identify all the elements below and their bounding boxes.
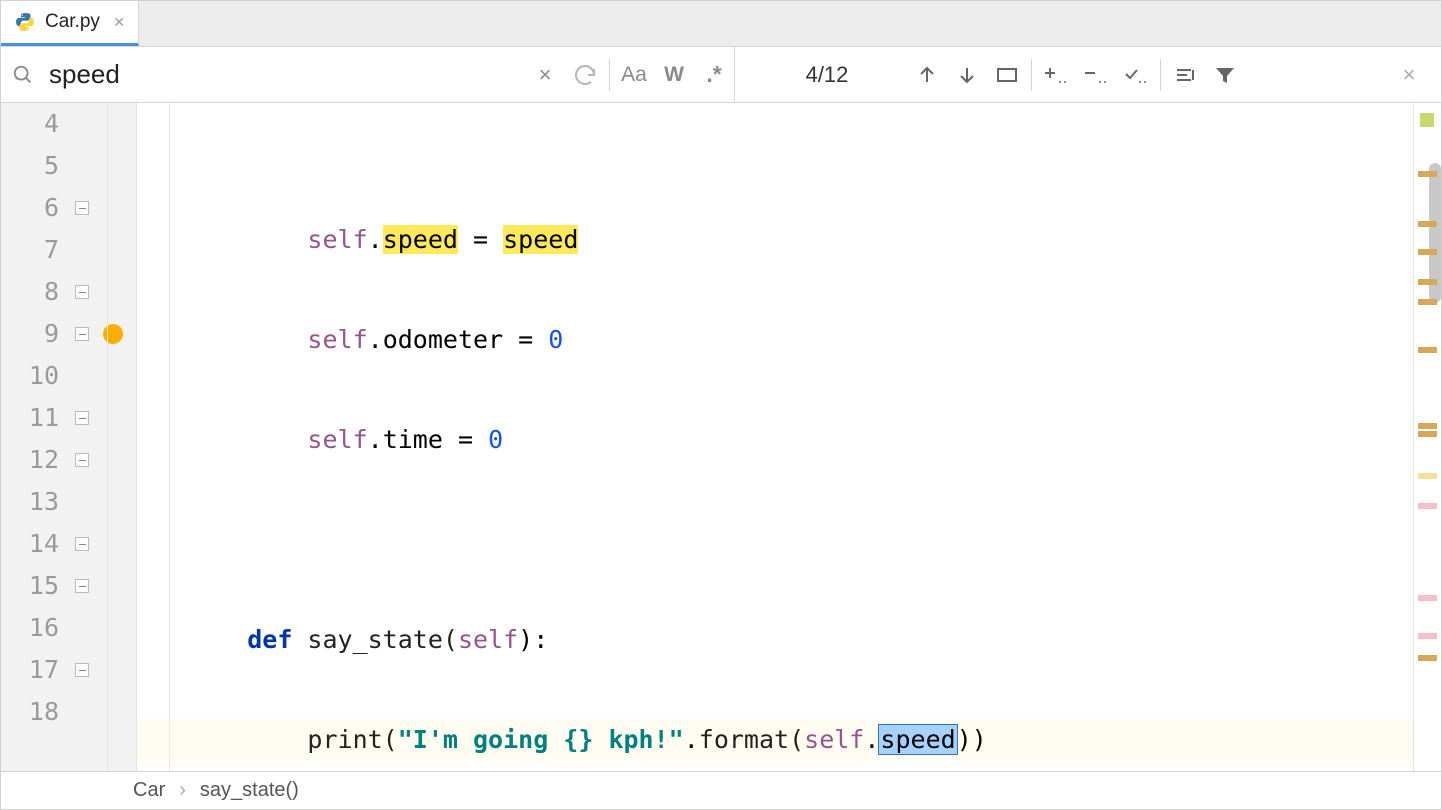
error-marker[interactable] — [1418, 595, 1437, 601]
line-number: 5 — [1, 145, 59, 187]
fold-icon[interactable] — [75, 579, 89, 593]
marker-strip[interactable] — [1413, 103, 1441, 771]
history-icon[interactable] — [565, 55, 605, 95]
breadcrumb-item[interactable]: Car — [133, 779, 165, 802]
filter-icon[interactable] — [1205, 55, 1245, 95]
find-bar: × Aa W .* 4/12 — [1, 47, 1441, 103]
error-marker[interactable] — [1418, 503, 1437, 509]
fold-icon[interactable] — [75, 537, 89, 551]
match-counter: 4/12 — [747, 62, 907, 88]
line-number: 12 — [1, 439, 59, 481]
search-marker[interactable] — [1418, 655, 1437, 661]
search-input[interactable] — [45, 59, 525, 90]
code-editor[interactable]: 4 5 6 7 8 9 10 11 12 13 14 15 16 17 18 s… — [1, 103, 1441, 771]
search-icon[interactable] — [1, 64, 45, 86]
line-number: 6 — [1, 187, 59, 229]
warning-marker[interactable] — [1418, 473, 1437, 479]
regex-toggle[interactable]: .* — [694, 55, 734, 95]
select-all-occurrences-icon[interactable] — [987, 55, 1027, 95]
code-line[interactable]: self.odometer = 0 — [187, 319, 1413, 361]
code-line-current[interactable]: print("I'm going {} kph!".format(self.sp… — [187, 719, 1413, 761]
match-case-toggle[interactable]: Aa — [614, 55, 654, 95]
whole-word-toggle[interactable]: W — [654, 55, 694, 95]
breadcrumb-item[interactable]: say_state() — [200, 779, 299, 802]
clear-search-icon[interactable]: × — [525, 55, 565, 95]
close-tab-icon[interactable]: × — [114, 12, 125, 33]
add-selection-icon[interactable] — [1036, 55, 1076, 95]
line-number: 16 — [1, 607, 59, 649]
search-marker[interactable] — [1418, 279, 1437, 285]
breadcrumb: Car › say_state() — [1, 771, 1441, 809]
tab-label: Car.py — [45, 11, 100, 33]
code-line[interactable]: self.time = 0 — [187, 419, 1413, 461]
python-file-icon — [13, 10, 37, 34]
search-marker[interactable] — [1418, 431, 1437, 437]
code-line[interactable]: self.speed = speed — [187, 219, 1413, 261]
line-number: 7 — [1, 229, 59, 271]
line-number: 17 — [1, 649, 59, 691]
status-marker — [1420, 113, 1434, 127]
tab-bar: Car.py × — [1, 1, 1441, 47]
remove-selection-icon[interactable] — [1076, 55, 1116, 95]
code-line[interactable]: def say_state(self): — [187, 619, 1413, 661]
search-marker[interactable] — [1418, 249, 1437, 255]
show-filter-options-icon[interactable] — [1165, 55, 1205, 95]
select-all-icon[interactable] — [1116, 55, 1156, 95]
fold-icon[interactable] — [75, 201, 89, 215]
line-number: 8 — [1, 271, 59, 313]
search-marker[interactable] — [1418, 221, 1437, 227]
tab-car-py[interactable]: Car.py × — [1, 1, 139, 46]
line-number: 9 — [1, 313, 59, 355]
prev-match-icon[interactable] — [907, 55, 947, 95]
code-area[interactable]: self.speed = speed self.odometer = 0 sel… — [107, 103, 1413, 771]
search-marker[interactable] — [1418, 171, 1437, 177]
line-number: 11 — [1, 397, 59, 439]
search-marker[interactable] — [1418, 423, 1437, 429]
line-number-gutter: 4 5 6 7 8 9 10 11 12 13 14 15 16 17 18 — [1, 103, 107, 771]
line-number: 13 — [1, 481, 59, 523]
search-marker[interactable] — [1418, 347, 1437, 353]
fold-icon[interactable] — [75, 327, 89, 341]
line-number: 14 — [1, 523, 59, 565]
next-match-icon[interactable] — [947, 55, 987, 95]
fold-icon[interactable] — [75, 453, 89, 467]
error-marker[interactable] — [1418, 633, 1437, 639]
fold-icon[interactable] — [75, 411, 89, 425]
code-line[interactable] — [187, 519, 1413, 561]
search-marker[interactable] — [1418, 299, 1437, 305]
line-number: 18 — [1, 691, 59, 733]
chevron-right-icon: › — [179, 779, 186, 802]
line-number: 4 — [1, 103, 59, 145]
line-number: 15 — [1, 565, 59, 607]
fold-icon[interactable] — [75, 663, 89, 677]
fold-icon[interactable] — [75, 285, 89, 299]
close-find-icon[interactable]: × — [1389, 55, 1429, 95]
line-number: 10 — [1, 355, 59, 397]
